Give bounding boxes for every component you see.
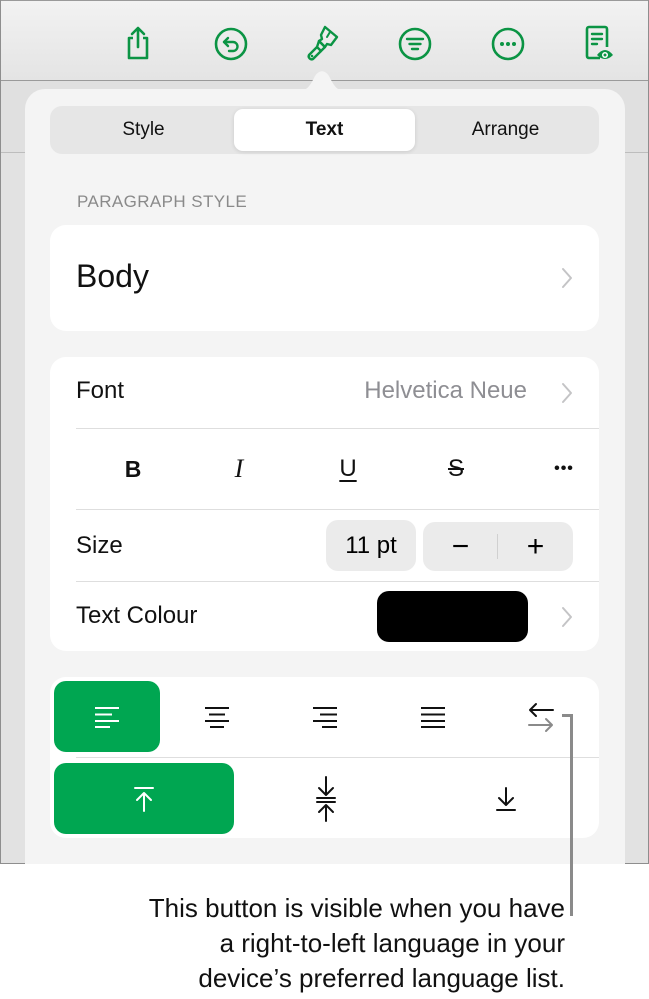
format-popover: Style Text Arrange PARAGRAPH STYLE Body … xyxy=(25,89,625,864)
align-middle-icon xyxy=(316,775,336,822)
align-right-icon xyxy=(313,706,337,728)
align-center-icon xyxy=(205,706,229,728)
callout-line: a right-to-left language in your xyxy=(219,928,565,958)
undo-button[interactable] xyxy=(209,21,253,65)
text-colour-row[interactable]: Text Colour xyxy=(50,582,599,651)
align-justify-button[interactable] xyxy=(380,681,486,752)
increase-size-button[interactable]: + xyxy=(498,522,573,571)
format-button[interactable] xyxy=(301,21,345,65)
underline-button[interactable]: U xyxy=(298,429,398,509)
callout-text: This button is visible when you have a r… xyxy=(45,891,565,996)
more-icon xyxy=(491,27,525,61)
organize-button[interactable] xyxy=(393,21,437,65)
callout-leader-line xyxy=(570,716,573,916)
font-row[interactable]: Font Helvetica Neue xyxy=(50,357,599,428)
callout-line: device’s preferred language list. xyxy=(198,963,565,993)
font-value: Helvetica Neue xyxy=(364,377,527,404)
format-brush-icon xyxy=(307,25,339,61)
strikethrough-button[interactable]: S xyxy=(406,429,506,509)
size-stepper: − + xyxy=(423,522,573,571)
align-bottom-button[interactable] xyxy=(416,763,596,834)
reading-view-icon xyxy=(585,25,613,60)
filter-icon xyxy=(398,27,432,61)
font-settings-card: Font Helvetica Neue B I U S ••• Size 11 … xyxy=(50,357,599,651)
undo-icon xyxy=(214,27,248,61)
popover-pointer xyxy=(292,71,352,92)
align-justify-icon xyxy=(421,706,445,728)
align-middle-button[interactable] xyxy=(236,763,416,834)
reading-view-button[interactable] xyxy=(576,21,620,65)
alignment-card xyxy=(50,677,599,838)
size-value-field[interactable]: 11 pt xyxy=(326,520,416,571)
align-center-button[interactable] xyxy=(164,681,270,752)
share-icon xyxy=(127,26,149,60)
text-direction-button[interactable] xyxy=(488,681,594,752)
more-button[interactable] xyxy=(486,21,530,65)
paragraph-style-heading: PARAGRAPH STYLE xyxy=(77,192,248,211)
tab-text[interactable]: Text xyxy=(234,109,415,151)
share-button[interactable] xyxy=(116,21,160,65)
paragraph-style-row[interactable]: Body xyxy=(50,225,599,331)
chevron-right-icon xyxy=(561,606,573,627)
divider xyxy=(76,757,599,758)
italic-button[interactable]: I xyxy=(189,429,289,509)
chevron-right-icon xyxy=(561,382,573,403)
paragraph-style-value: Body xyxy=(76,258,149,294)
text-format-buttons: B I U S ••• xyxy=(50,429,599,509)
bold-button[interactable]: B xyxy=(83,429,183,509)
chevron-right-icon xyxy=(561,267,573,288)
format-tabs: Style Text Arrange xyxy=(50,106,599,154)
more-text-options-button[interactable]: ••• xyxy=(514,429,599,509)
align-left-icon xyxy=(95,706,119,728)
align-left-button[interactable] xyxy=(54,681,160,752)
decrease-size-button[interactable]: − xyxy=(423,522,498,571)
text-colour-label: Text Colour xyxy=(76,602,198,629)
align-top-button[interactable] xyxy=(54,763,234,834)
size-label: Size xyxy=(76,532,123,559)
text-colour-swatch[interactable] xyxy=(377,591,528,642)
size-row: Size 11 pt − + xyxy=(50,510,599,581)
align-bottom-icon xyxy=(496,786,516,811)
tab-arrange[interactable]: Arrange xyxy=(415,109,596,151)
font-label: Font xyxy=(76,377,125,404)
text-direction-icon xyxy=(528,702,554,732)
align-right-button[interactable] xyxy=(272,681,378,752)
tab-style[interactable]: Style xyxy=(53,109,234,151)
align-top-icon xyxy=(134,786,154,812)
callout-line: This button is visible when you have xyxy=(148,893,565,923)
